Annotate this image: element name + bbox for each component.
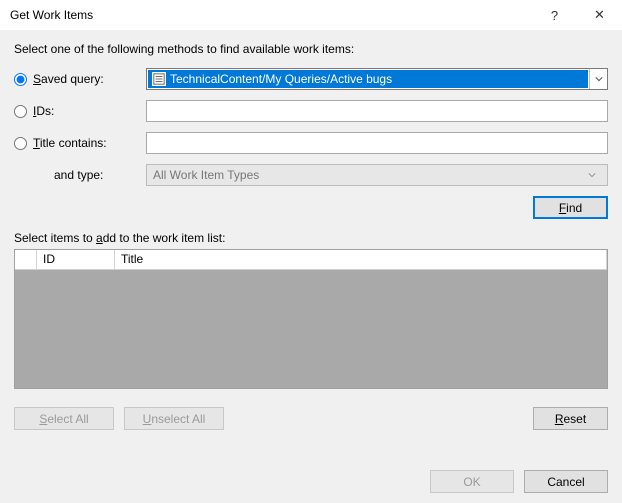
saved-query-row: Saved query: TechnicalContent/My Queries… xyxy=(14,68,608,90)
ids-label: IDs: xyxy=(33,104,54,118)
type-combo: All Work Item Types xyxy=(146,164,608,186)
saved-query-value: TechnicalContent/My Queries/Active bugs xyxy=(170,72,392,86)
title-contains-input[interactable] xyxy=(146,132,608,154)
grid-col-id[interactable]: ID xyxy=(37,250,115,269)
dialog-content: Select one of the following methods to f… xyxy=(0,30,622,440)
chevron-down-icon[interactable] xyxy=(589,69,607,89)
find-button[interactable]: Find xyxy=(533,196,608,219)
ids-input[interactable] xyxy=(146,100,608,122)
results-grid[interactable]: ID Title xyxy=(14,249,608,389)
instruction-text: Select one of the following methods to f… xyxy=(14,42,608,56)
selection-buttons: Select All Unselect All Reset xyxy=(14,407,608,430)
grid-col-check[interactable] xyxy=(15,250,37,269)
saved-query-combo[interactable]: TechnicalContent/My Queries/Active bugs xyxy=(146,68,608,90)
title-contains-radio[interactable] xyxy=(14,137,27,150)
type-row: and type: All Work Item Types xyxy=(14,164,608,186)
chevron-down-icon xyxy=(583,171,601,179)
ids-row: IDs: xyxy=(14,100,608,122)
window-title: Get Work Items xyxy=(10,8,532,22)
grid-col-title[interactable]: Title xyxy=(115,250,607,269)
help-button[interactable]: ? xyxy=(532,0,577,30)
saved-query-label: Saved query: xyxy=(33,72,104,86)
unselect-all-button: Unselect All xyxy=(124,407,224,430)
query-list-icon xyxy=(152,72,166,86)
cancel-button[interactable]: Cancel xyxy=(524,470,608,493)
title-contains-label: Title contains: xyxy=(33,136,107,150)
ids-radio[interactable] xyxy=(14,105,27,118)
grid-body xyxy=(15,270,607,388)
select-all-button: Select All xyxy=(14,407,114,430)
dialog-footer: OK Cancel xyxy=(430,470,608,493)
and-type-label: and type: xyxy=(54,168,103,182)
grid-header: ID Title xyxy=(15,250,607,270)
titlebar: Get Work Items ? ✕ xyxy=(0,0,622,30)
saved-query-radio[interactable] xyxy=(14,73,27,86)
reset-button[interactable]: Reset xyxy=(533,407,608,430)
ok-button: OK xyxy=(430,470,514,493)
title-contains-row: Title contains: xyxy=(14,132,608,154)
close-button[interactable]: ✕ xyxy=(577,0,622,30)
type-value: All Work Item Types xyxy=(153,168,259,182)
list-label: Select items to add to the work item lis… xyxy=(14,231,608,245)
find-row: Find xyxy=(14,196,608,219)
